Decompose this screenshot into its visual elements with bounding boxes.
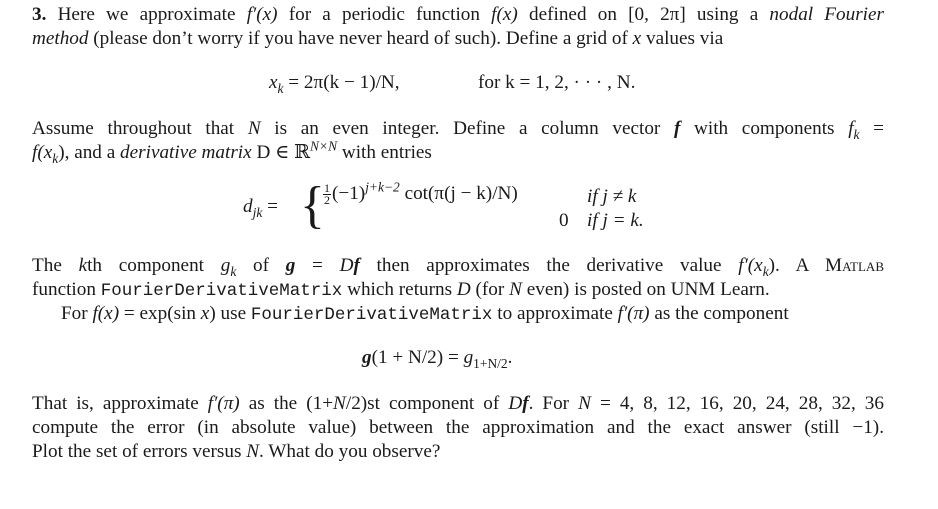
paragraph-2-line-2: f(xk), and a derivative matrix D ∈ ℝN×N … — [32, 138, 432, 166]
paragraph-4-line-1: That is, approximate f′(π) as the (1+N/2… — [32, 393, 884, 414]
case-j-not-equal-k: 1 2 (−1)j+k−2 cot(π(j − k)/N) — [323, 179, 518, 208]
paragraph-1-line-1: 3. Here we approximate f′(x) for a perio… — [32, 4, 884, 25]
component-equation: g(1 + N/2) = g1+N/2. — [362, 347, 513, 371]
function-name-code: FourierDerivativeMatrix — [100, 281, 343, 301]
case-2-condition: if j = k. — [587, 210, 644, 231]
paragraph-3-line-2: function FourierDerivativeMatrix which r… — [32, 279, 770, 301]
problem-number: 3. — [32, 4, 47, 25]
paragraph-3-line-1: The kth component gk of g = Df then appr… — [32, 255, 884, 279]
case-1-condition: if j ≠ k — [587, 186, 637, 207]
grid-equation: xk = 2π(k − 1)/N, — [269, 72, 400, 96]
matrix-entry-lhs: djk = — [243, 196, 278, 220]
paragraph-2-line-1: Assume throughout that N is an even inte… — [32, 118, 885, 142]
grid-equation-condition: for k = 1, 2, · · · , N. — [478, 72, 636, 93]
paragraph-1-line-2: method (please don’t worry if you have n… — [32, 28, 724, 49]
paragraph-3-line-3: For f(x) = exp(sin x) use FourierDerivat… — [61, 303, 789, 325]
one-half-fraction: 12 — [323, 181, 331, 208]
function-name-code: FourierDerivativeMatrix — [250, 305, 493, 325]
left-brace: { — [300, 177, 325, 234]
case-2-value: 0 — [559, 210, 569, 231]
matlab-label: Matlab — [825, 255, 884, 276]
paragraph-4-line-2: compute the error (in absolute value) be… — [32, 417, 884, 438]
paragraph-4-line-3: Plot the set of errors versus N. What do… — [32, 441, 441, 462]
